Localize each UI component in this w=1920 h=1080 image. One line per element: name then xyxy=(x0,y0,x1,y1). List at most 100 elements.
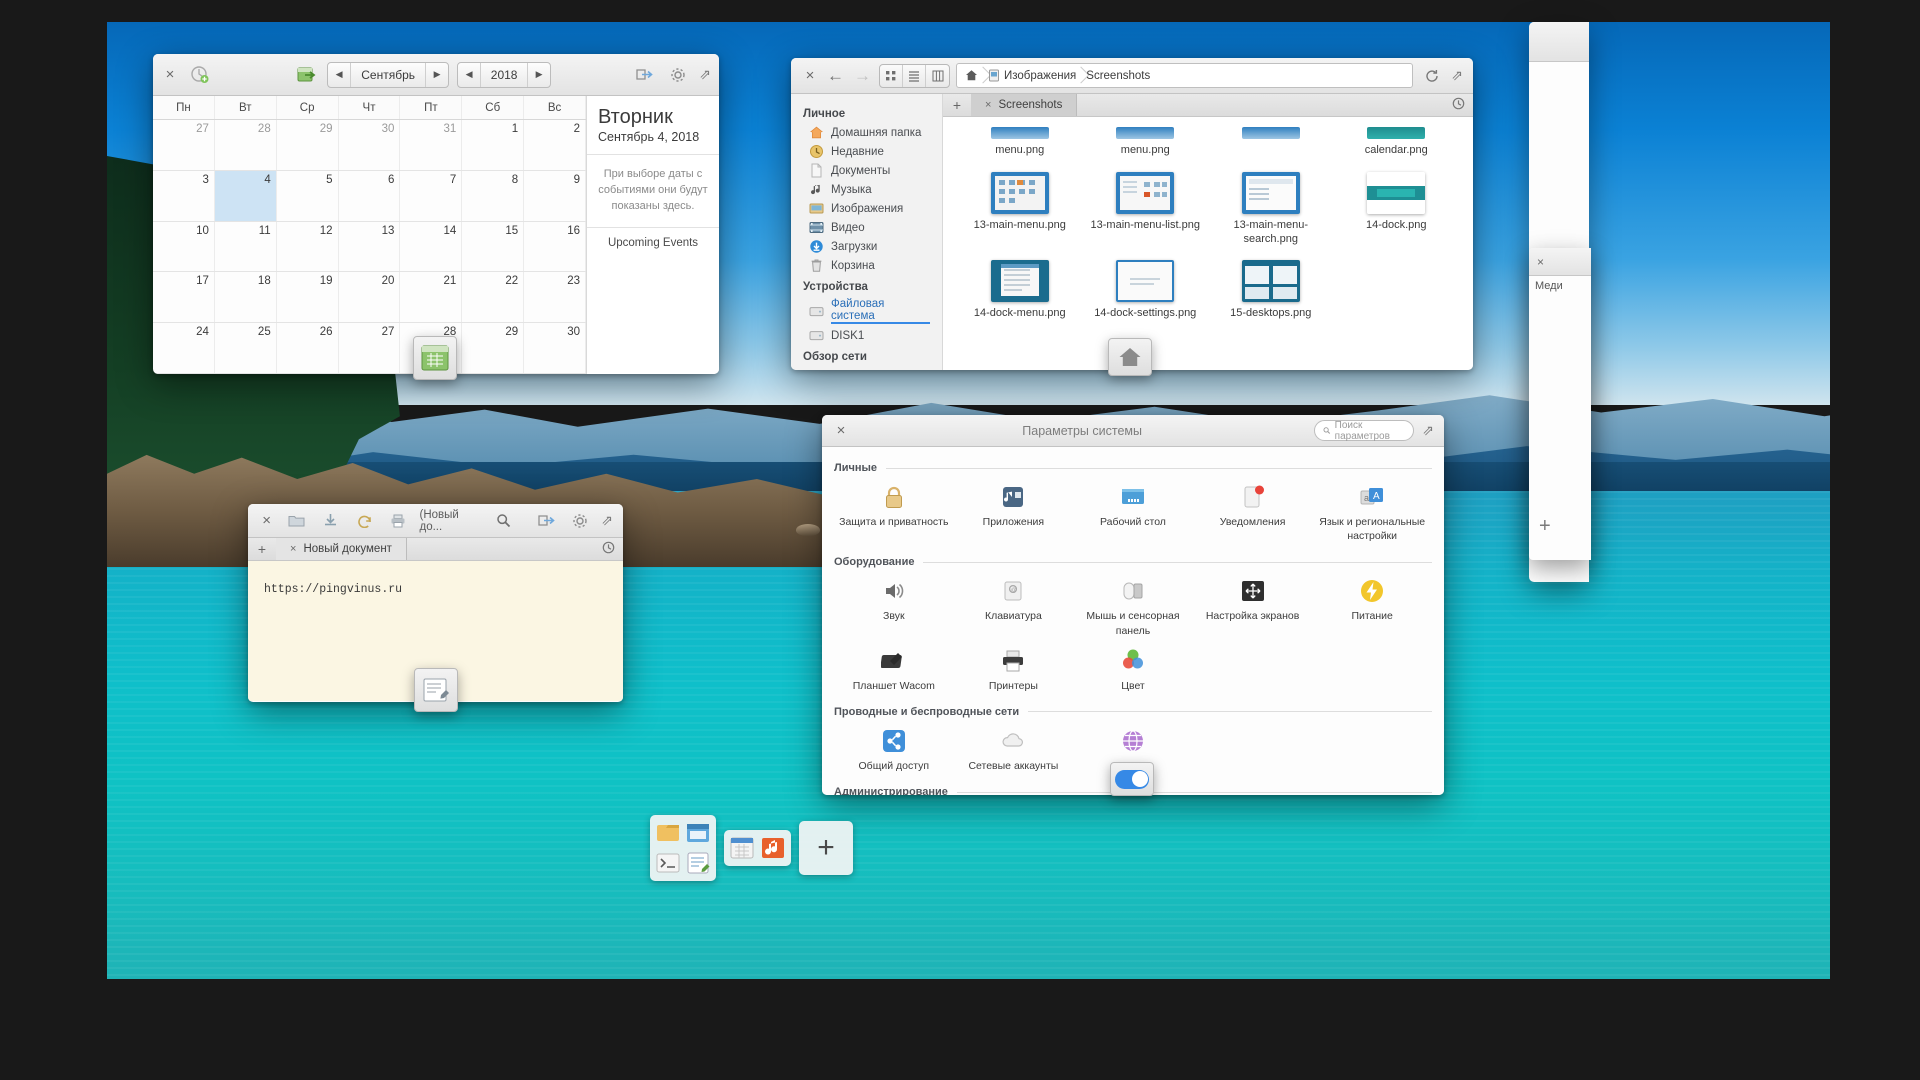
calendar-day-cell[interactable]: 3 xyxy=(153,170,215,221)
calendar-day-cell[interactable]: 14 xyxy=(400,221,463,272)
calendar-window[interactable]: × ◀ Сентябрь ▶ ◀ 2018 ▶ ⇗ Пн Вт Ср Чт Пт… xyxy=(153,54,719,374)
file-item[interactable]: 13-main-menu.png xyxy=(957,164,1083,253)
calendar-day-cell[interactable]: 15 xyxy=(462,221,525,272)
sidebar-item-3[interactable]: Документы xyxy=(791,161,942,180)
calendar-day-cell[interactable]: 1 xyxy=(462,120,525,170)
save-icon[interactable] xyxy=(318,509,343,533)
close-icon[interactable]: × xyxy=(1537,255,1544,269)
settings-item-keyboard[interactable]: @ Клавиатура xyxy=(954,572,1074,641)
file-item[interactable] xyxy=(1208,119,1334,164)
music-icon[interactable] xyxy=(760,835,786,861)
calendar-day-cell[interactable]: 26 xyxy=(277,323,339,373)
file-item[interactable]: 13-main-menu-search.png xyxy=(1208,164,1334,253)
calendar-day-cell[interactable]: 7 xyxy=(400,170,463,221)
calendar-day-cell[interactable]: 17 xyxy=(153,272,215,323)
dock[interactable]: + xyxy=(650,815,1270,881)
calendar-day-cell[interactable]: 6 xyxy=(339,170,401,221)
file-item[interactable]: menu.png xyxy=(1083,119,1209,164)
tab-new-document[interactable]: × Новый документ xyxy=(276,538,407,560)
dock-group-1[interactable] xyxy=(650,815,716,881)
tab-screenshots[interactable]: × Screenshots xyxy=(971,94,1078,116)
calendar-day-cell[interactable]: 16 xyxy=(524,221,587,272)
settings-item-displays[interactable]: Настройка экранов xyxy=(1193,572,1313,641)
file-item[interactable]: 14-dock.png xyxy=(1334,164,1460,253)
revert-icon[interactable] xyxy=(352,509,377,533)
add-event-icon[interactable] xyxy=(187,63,213,87)
calendar-day-cell[interactable]: 22 xyxy=(462,272,525,323)
calendar-day-cell[interactable]: 8 xyxy=(462,170,525,221)
calendar-grid[interactable]: Пн Вт Ср Чт Пт Сб Вс 27 28 29 30 31 1 2 3 4 5 6 7 8 9 10 11 12… xyxy=(153,96,587,374)
calendar-day-cell[interactable]: 19 xyxy=(277,272,339,323)
breadcrumb[interactable]: Изображения Screenshots xyxy=(956,63,1414,88)
files-icon-grid[interactable]: menu.png menu.png calendar.png 13-main-menu… xyxy=(943,117,1473,370)
calendar-day-cell[interactable]: 21 xyxy=(400,272,463,323)
system-settings-window[interactable]: × Параметры системы Поиск параметров ⇗ Л… xyxy=(822,415,1444,795)
year-selector[interactable]: ◀ 2018 ▶ xyxy=(457,61,552,88)
sidebar-item-4[interactable]: Музыка xyxy=(791,180,942,199)
maximize-icon[interactable]: ⇗ xyxy=(1451,67,1463,84)
settings-item-desktop[interactable]: Рабочий стол xyxy=(1073,478,1193,547)
prev-month-button[interactable]: ◀ xyxy=(328,62,352,87)
new-tab-button[interactable]: + xyxy=(248,541,276,557)
files-sidebar[interactable]: Личное Домашняя папка Недавние Документы Муз… xyxy=(791,94,943,370)
close-icon[interactable]: × xyxy=(801,67,819,85)
today-icon[interactable] xyxy=(293,63,319,87)
calendar-day-cell[interactable]: 13 xyxy=(339,221,401,272)
calendar-day-cell[interactable]: 20 xyxy=(339,272,401,323)
calendar-day-cell[interactable]: 28 xyxy=(215,120,277,170)
sidebar-item-8[interactable]: Корзина xyxy=(791,256,942,275)
share-icon[interactable] xyxy=(631,63,657,87)
file-item[interactable]: 15-desktops.png xyxy=(1208,252,1334,327)
sidebar-item-1[interactable]: Домашняя папка xyxy=(791,123,942,142)
new-tab-button[interactable]: + xyxy=(943,97,971,113)
calendar-drag-ghost[interactable] xyxy=(413,336,457,380)
calendar-day-cell[interactable]: 18 xyxy=(215,272,277,323)
file-item[interactable]: 14-dock-settings.png xyxy=(1083,252,1209,327)
settings-item-applications[interactable]: Приложения xyxy=(954,478,1074,547)
close-icon[interactable]: × xyxy=(832,422,850,440)
calendar-day-cell[interactable]: 10 xyxy=(153,221,215,272)
file-item[interactable]: 14-dock-menu.png xyxy=(957,252,1083,327)
settings-item-notifications[interactable]: Уведомления xyxy=(1193,478,1313,547)
breadcrumb-home[interactable] xyxy=(960,64,983,87)
dock-group-2[interactable] xyxy=(724,830,791,866)
month-selector[interactable]: ◀ Сентябрь ▶ xyxy=(327,61,450,88)
editor-icon[interactable] xyxy=(685,850,711,876)
breadcrumb-screenshots[interactable]: Screenshots xyxy=(1081,64,1155,87)
settings-item-printer[interactable]: Принтеры xyxy=(954,642,1074,697)
settings-item-language[interactable]: a A Язык и региональные настройки xyxy=(1312,478,1432,547)
settings-content[interactable]: Личные Защита и приватность Приложения Рабо… xyxy=(822,447,1444,795)
file-item[interactable]: menu.png xyxy=(957,119,1083,164)
terminal-icon[interactable] xyxy=(655,850,681,876)
print-icon[interactable] xyxy=(386,509,411,533)
editor-drag-ghost[interactable] xyxy=(414,668,458,712)
calendar-day-cell[interactable]: 12 xyxy=(277,221,339,272)
file-manager-window[interactable]: × ← → Изображения Screenshots ⇗ Личное Д… xyxy=(791,58,1473,370)
search-icon[interactable] xyxy=(491,509,516,533)
close-tab-icon[interactable]: × xyxy=(290,543,296,555)
breadcrumb-pictures[interactable]: Изображения xyxy=(983,64,1081,87)
calendar-day-cell[interactable]: 9 xyxy=(524,170,587,221)
calendar-day-cell[interactable]: 27 xyxy=(339,323,401,373)
file-item[interactable]: 13-main-menu-list.png xyxy=(1083,164,1209,253)
file-item[interactable]: calendar.png xyxy=(1334,119,1460,164)
list-view-icon[interactable] xyxy=(903,64,926,87)
calendar-day-cell[interactable]: 24 xyxy=(153,323,215,373)
calendar-day-cell[interactable]: 31 xyxy=(400,120,463,170)
maximize-icon[interactable]: ⇗ xyxy=(699,66,711,83)
grid-view-icon[interactable] xyxy=(880,64,903,87)
home-drag-ghost[interactable] xyxy=(1108,338,1152,376)
calendar-day-cell[interactable]: 25 xyxy=(215,323,277,373)
calendar-day-cell[interactable]: 11 xyxy=(215,221,277,272)
search-input[interactable]: Поиск параметров xyxy=(1314,420,1415,442)
calendar-day-cell[interactable]: 29 xyxy=(277,120,339,170)
history-icon[interactable] xyxy=(1443,97,1473,113)
maximize-icon[interactable]: ⇗ xyxy=(1422,422,1434,439)
close-tab-icon[interactable]: × xyxy=(985,99,991,111)
files-tabbar[interactable]: + × Screenshots xyxy=(943,94,1473,117)
settings-item-color[interactable]: Цвет xyxy=(1073,642,1193,697)
forward-button[interactable]: → xyxy=(852,66,873,86)
close-icon[interactable]: × xyxy=(258,512,275,530)
calendar-day-cell[interactable]: 4 xyxy=(214,170,277,221)
open-folder-icon[interactable] xyxy=(284,509,309,533)
